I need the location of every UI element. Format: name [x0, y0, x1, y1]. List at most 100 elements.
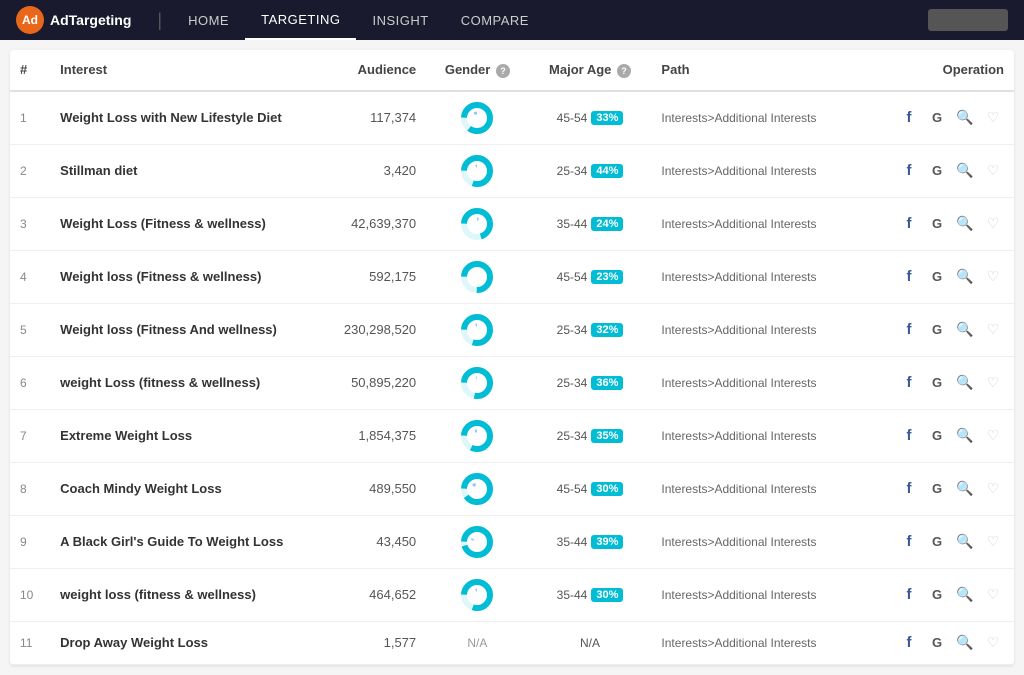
heart-icon[interactable]: ♡ [982, 372, 1004, 394]
age-range: 35-44 [557, 217, 588, 231]
age-info-icon[interactable]: ? [617, 64, 631, 78]
facebook-icon[interactable]: f [898, 478, 920, 500]
row-gender [426, 356, 528, 409]
row-operation: f G 🔍 ♡ [862, 91, 1014, 145]
row-num: 5 [10, 303, 50, 356]
gender-donut-wrap [436, 261, 518, 293]
facebook-icon[interactable]: f [898, 531, 920, 553]
facebook-icon[interactable]: f [898, 213, 920, 235]
row-major-age: 45-54 33% [529, 91, 652, 145]
operation-icons: f G 🔍 ♡ [872, 213, 1004, 235]
search-icon[interactable]: 🔍 [954, 160, 976, 182]
facebook-icon[interactable]: f [898, 319, 920, 341]
search-icon[interactable]: 🔍 [954, 632, 976, 654]
search-icon[interactable]: 🔍 [954, 319, 976, 341]
heart-icon[interactable]: ♡ [982, 584, 1004, 606]
age-cell: N/A [539, 636, 642, 650]
nav-divider: | [157, 10, 162, 31]
gender-donut-wrap [436, 579, 518, 611]
row-gender [426, 197, 528, 250]
row-path: Interests>Additional Interests [651, 515, 862, 568]
nav-targeting[interactable]: TARGETING [245, 0, 356, 40]
nav-home[interactable]: HOME [172, 0, 245, 40]
google-icon[interactable]: G [926, 319, 948, 341]
google-icon[interactable]: G [926, 160, 948, 182]
row-num: 6 [10, 356, 50, 409]
row-num: 7 [10, 409, 50, 462]
age-range: 25-34 [557, 164, 588, 178]
facebook-icon[interactable]: f [898, 425, 920, 447]
row-audience: 43,450 [315, 515, 426, 568]
table-body: 1 Weight Loss with New Lifestyle Diet 11… [10, 91, 1014, 665]
row-interest: Weight loss (Fitness And wellness) [50, 303, 315, 356]
search-icon[interactable]: 🔍 [954, 478, 976, 500]
gender-donut [461, 367, 493, 399]
table-row: 4 Weight loss (Fitness & wellness) 592,1… [10, 250, 1014, 303]
heart-icon[interactable]: ♡ [982, 319, 1004, 341]
operation-icons: f G 🔍 ♡ [872, 425, 1004, 447]
operation-icons: f G 🔍 ♡ [872, 160, 1004, 182]
search-icon[interactable]: 🔍 [954, 213, 976, 235]
row-interest: Coach Mindy Weight Loss [50, 462, 315, 515]
heart-icon[interactable]: ♡ [982, 531, 1004, 553]
gender-info-icon[interactable]: ? [496, 64, 510, 78]
heart-icon[interactable]: ♡ [982, 478, 1004, 500]
row-gender [426, 462, 528, 515]
google-icon[interactable]: G [926, 584, 948, 606]
search-icon[interactable]: 🔍 [954, 266, 976, 288]
row-gender [426, 515, 528, 568]
row-gender [426, 91, 528, 145]
gender-donut [461, 473, 493, 505]
google-icon[interactable]: G [926, 266, 948, 288]
nav-right [928, 9, 1008, 31]
row-major-age: 35-44 39% [529, 515, 652, 568]
search-icon[interactable]: 🔍 [954, 584, 976, 606]
heart-icon[interactable]: ♡ [982, 213, 1004, 235]
facebook-icon[interactable]: f [898, 632, 920, 654]
operation-icons: f G 🔍 ♡ [872, 319, 1004, 341]
nav-compare[interactable]: COMPARE [445, 0, 545, 40]
row-interest: Stillman diet [50, 144, 315, 197]
gender-donut-wrap: N/A [436, 636, 518, 650]
search-icon[interactable]: 🔍 [954, 372, 976, 394]
search-icon[interactable]: 🔍 [954, 425, 976, 447]
heart-icon[interactable]: ♡ [982, 425, 1004, 447]
heart-icon[interactable]: ♡ [982, 107, 1004, 129]
gender-donut [461, 155, 493, 187]
facebook-icon[interactable]: f [898, 584, 920, 606]
row-gender [426, 303, 528, 356]
google-icon[interactable]: G [926, 478, 948, 500]
nav-links: HOME TARGETING INSIGHT COMPARE [172, 0, 545, 40]
row-num: 2 [10, 144, 50, 197]
gender-donut [461, 420, 493, 452]
google-icon[interactable]: G [926, 213, 948, 235]
facebook-icon[interactable]: f [898, 372, 920, 394]
search-icon[interactable]: 🔍 [954, 107, 976, 129]
col-path: Path [651, 50, 862, 91]
google-icon[interactable]: G [926, 531, 948, 553]
facebook-icon[interactable]: f [898, 107, 920, 129]
heart-icon[interactable]: ♡ [982, 632, 1004, 654]
row-gender: N/A [426, 621, 528, 664]
google-icon[interactable]: G [926, 107, 948, 129]
gender-donut [461, 314, 493, 346]
google-icon[interactable]: G [926, 425, 948, 447]
google-icon[interactable]: G [926, 632, 948, 654]
table-row: 6 weight Loss (fitness & wellness) 50,89… [10, 356, 1014, 409]
gender-donut-wrap [436, 367, 518, 399]
row-num: 3 [10, 197, 50, 250]
table-row: 10 weight loss (fitness & wellness) 464,… [10, 568, 1014, 621]
gender-donut [461, 102, 493, 134]
heart-icon[interactable]: ♡ [982, 160, 1004, 182]
age-pct-badge: 30% [591, 482, 623, 496]
row-audience: 592,175 [315, 250, 426, 303]
google-icon[interactable]: G [926, 372, 948, 394]
row-major-age: 35-44 24% [529, 197, 652, 250]
facebook-icon[interactable]: f [898, 266, 920, 288]
age-cell: 25-34 35% [539, 429, 642, 443]
nav-insight[interactable]: INSIGHT [356, 0, 444, 40]
search-icon[interactable]: 🔍 [954, 531, 976, 553]
facebook-icon[interactable]: f [898, 160, 920, 182]
heart-icon[interactable]: ♡ [982, 266, 1004, 288]
row-interest: Weight Loss with New Lifestyle Diet [50, 91, 315, 145]
